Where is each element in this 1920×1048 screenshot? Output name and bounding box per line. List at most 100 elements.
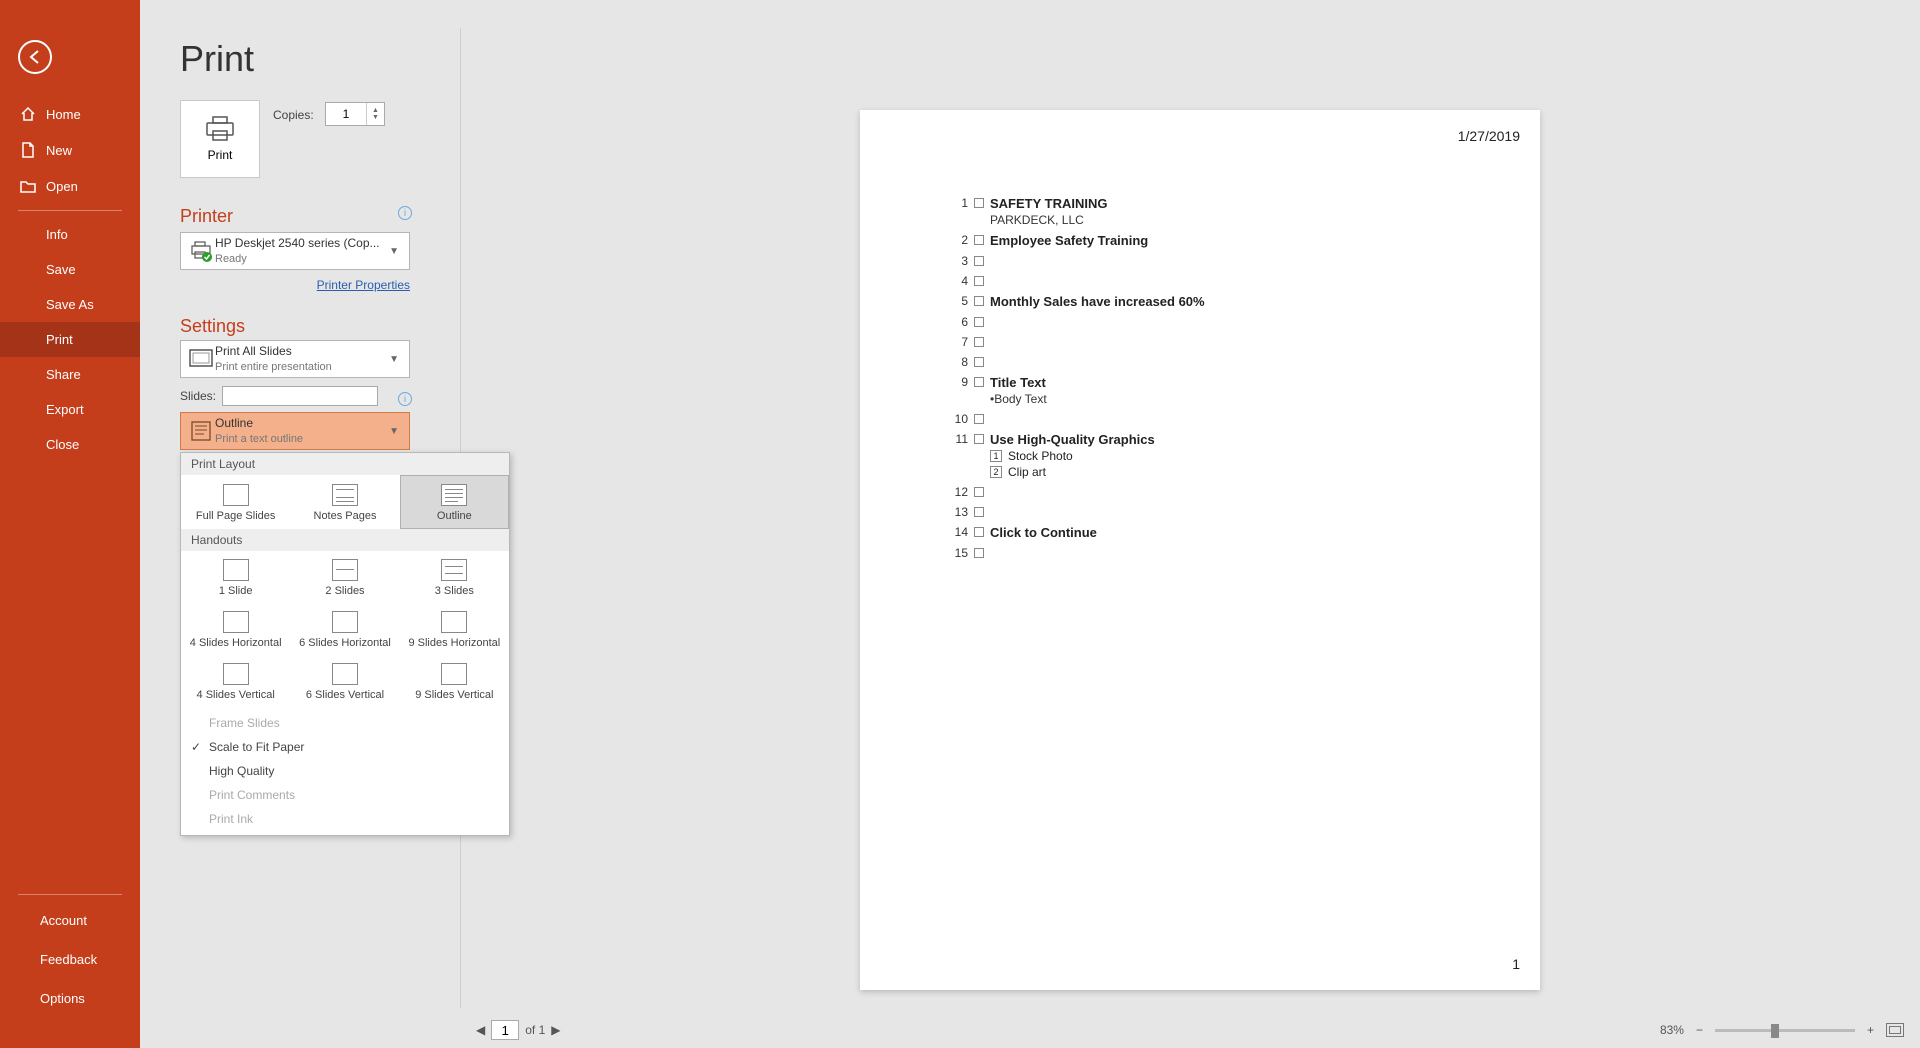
- nav-save-as[interactable]: Save As: [0, 287, 140, 322]
- nav-open[interactable]: Open: [0, 168, 140, 204]
- nav-export[interactable]: Export: [0, 392, 140, 427]
- outline-row: 4: [950, 274, 1500, 288]
- handout-1[interactable]: 1 Slide: [181, 551, 290, 603]
- handout-9v-label: 9 Slides Vertical: [415, 689, 493, 701]
- copies-stepper[interactable]: ▲▼: [325, 102, 385, 126]
- zoom-slider[interactable]: [1715, 1029, 1855, 1032]
- nav-options[interactable]: Options: [0, 979, 140, 1018]
- layout-dropdown[interactable]: Outline Print a text outline ▼: [180, 412, 410, 450]
- outline-subtext: PARKDECK, LLC: [990, 213, 1108, 227]
- slides-range-input[interactable]: [222, 386, 378, 406]
- outline-number: 2: [950, 233, 968, 247]
- slides-info-icon[interactable]: i: [398, 392, 412, 406]
- print-what-dropdown[interactable]: Print All Slides Print entire presentati…: [180, 340, 410, 378]
- handout-4h[interactable]: 4 Slides Horizontal: [181, 603, 290, 655]
- nav-new[interactable]: New: [0, 132, 140, 168]
- nav-print-label: Print: [46, 332, 73, 347]
- outline-content: Employee Safety Training: [990, 233, 1148, 248]
- outline-title: Title Text: [990, 375, 1047, 390]
- handout-3[interactable]: 3 Slides: [400, 551, 509, 603]
- opt-high-quality[interactable]: High Quality: [181, 759, 509, 783]
- layout-notes-pages[interactable]: Notes Pages: [290, 475, 399, 529]
- thumb-icon: [441, 611, 467, 633]
- nav-share[interactable]: Share: [0, 357, 140, 392]
- current-page-input[interactable]: [491, 1020, 519, 1040]
- opt-frame-slides: Frame Slides: [181, 711, 509, 735]
- sub-text: Clip art: [1008, 465, 1046, 479]
- nav-save-label: Save: [46, 262, 76, 277]
- nav-feedback-label: Feedback: [40, 952, 97, 967]
- outline-number: 12: [950, 485, 968, 499]
- open-icon: [20, 178, 36, 194]
- prev-page-button[interactable]: ◀: [476, 1023, 485, 1037]
- slide-box-icon: [974, 296, 984, 306]
- handout-4v[interactable]: 4 Slides Vertical: [181, 655, 290, 707]
- outline-row: 5Monthly Sales have increased 60%: [950, 294, 1500, 309]
- outline-content: SAFETY TRAININGPARKDECK, LLC: [990, 196, 1108, 227]
- outline-number: 11: [950, 432, 968, 446]
- handout-9v[interactable]: 9 Slides Vertical: [400, 655, 509, 707]
- copies-spin-arrows[interactable]: ▲▼: [366, 103, 384, 125]
- outline-row: 12: [950, 485, 1500, 499]
- handout-6v[interactable]: 6 Slides Vertical: [290, 655, 399, 707]
- slide-box-icon: [974, 414, 984, 424]
- outline-numbered-sub: 2Clip art: [990, 465, 1155, 479]
- nav-home[interactable]: Home: [0, 96, 140, 132]
- nav-new-label: New: [46, 143, 72, 158]
- outline-row: 7: [950, 335, 1500, 349]
- handout-2[interactable]: 2 Slides: [290, 551, 399, 603]
- handout-4h-label: 4 Slides Horizontal: [190, 637, 282, 649]
- flyout-group-print-layout: Print Layout: [181, 453, 509, 475]
- printer-properties-link[interactable]: Printer Properties: [317, 278, 410, 292]
- print-button-label: Print: [208, 148, 233, 162]
- slide-box-icon: [974, 235, 984, 245]
- layout-flyout: Print Layout Full Page Slides Notes Page…: [180, 452, 510, 836]
- layout-notes-label: Notes Pages: [314, 510, 377, 522]
- slide-box-icon: [974, 507, 984, 517]
- print-what-sub: Print entire presentation: [215, 360, 385, 374]
- outline-row: 14Click to Continue: [950, 525, 1500, 540]
- opt-print-comments: Print Comments: [181, 783, 509, 807]
- outline-content: Click to Continue: [990, 525, 1097, 540]
- layout-full-page-slides[interactable]: Full Page Slides: [181, 475, 290, 529]
- back-button[interactable]: [18, 40, 52, 74]
- print-button[interactable]: Print: [180, 100, 260, 178]
- copies-input[interactable]: [326, 107, 366, 121]
- page-total: of 1: [525, 1023, 545, 1037]
- printer-info-icon[interactable]: i: [398, 206, 412, 220]
- opt-print-ink: Print Ink: [181, 807, 509, 831]
- next-page-button[interactable]: ▶: [551, 1023, 560, 1037]
- fit-to-window-button[interactable]: [1886, 1023, 1904, 1037]
- nav-print[interactable]: Print: [0, 322, 140, 357]
- handout-9h[interactable]: 9 Slides Horizontal: [400, 603, 509, 655]
- thumb-icon: [223, 663, 249, 685]
- layout-sub: Print a text outline: [215, 432, 385, 446]
- outline-title: Employee Safety Training: [990, 233, 1148, 248]
- handout-2-label: 2 Slides: [325, 585, 364, 597]
- nav-home-label: Home: [46, 107, 81, 122]
- outline-number: 7: [950, 335, 968, 349]
- chevron-down-icon: ▼: [385, 426, 403, 437]
- outline-title: Monthly Sales have increased 60%: [990, 294, 1205, 309]
- outline-row: 2 Employee Safety Training: [950, 233, 1500, 248]
- zoom-percent: 83%: [1660, 1023, 1684, 1037]
- nav-info[interactable]: Info: [0, 217, 140, 252]
- zoom-out-button[interactable]: −: [1696, 1023, 1703, 1037]
- print-preview-page: 1/27/2019 1 1SAFETY TRAININGPARKDECK, LL…: [860, 110, 1540, 990]
- opt-scale-to-fit[interactable]: Scale to Fit Paper: [181, 735, 509, 759]
- thumb-icon: [223, 559, 249, 581]
- nav-feedback[interactable]: Feedback: [0, 940, 140, 979]
- back-arrow-icon: [26, 48, 44, 66]
- zoom-in-button[interactable]: +: [1867, 1023, 1874, 1037]
- outline-title: Use High-Quality Graphics: [990, 432, 1155, 447]
- handout-6h[interactable]: 6 Slides Horizontal: [290, 603, 399, 655]
- outline-row: 10: [950, 412, 1500, 426]
- nav-close[interactable]: Close: [0, 427, 140, 462]
- printer-dropdown[interactable]: HP Deskjet 2540 series (Cop... Ready ▼: [180, 232, 410, 270]
- nav-save[interactable]: Save: [0, 252, 140, 287]
- status-bar: ◀ of 1 ▶ 83% − +: [460, 1012, 1920, 1048]
- outline-number: 1: [950, 196, 968, 210]
- handout-4v-label: 4 Slides Vertical: [197, 689, 275, 701]
- layout-outline[interactable]: Outline: [400, 475, 509, 529]
- nav-account[interactable]: Account: [0, 901, 140, 940]
